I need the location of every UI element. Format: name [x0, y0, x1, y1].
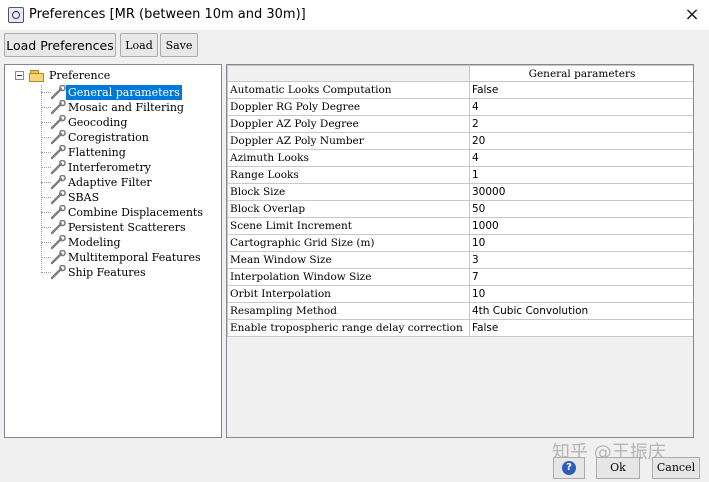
- parameter-name: Doppler AZ Poly Number: [227, 132, 470, 150]
- parameters-table: General parameters Automatic Looks Compu…: [227, 65, 693, 337]
- tree-item-label: Coregistration: [68, 131, 149, 144]
- table-row: Cartographic Grid Size (m) 10: [227, 234, 693, 252]
- parameter-name: Automatic Looks Computation: [227, 81, 470, 99]
- table-row: Doppler AZ Poly Number 20: [227, 132, 693, 150]
- parameter-name: Interpolation Window Size: [227, 268, 470, 286]
- wrench-icon: [50, 160, 66, 175]
- parameter-value[interactable]: False: [469, 319, 693, 337]
- parameter-value[interactable]: 4: [469, 149, 693, 167]
- load-button[interactable]: Load: [120, 33, 158, 57]
- parameter-name: Scene Limit Increment: [227, 217, 470, 235]
- help-button[interactable]: ?: [553, 457, 585, 479]
- table-row: Enable tropospheric range delay correcti…: [227, 319, 693, 337]
- parameter-name: Azimuth Looks: [227, 149, 470, 167]
- parameter-value[interactable]: 10: [469, 285, 693, 303]
- collapse-icon[interactable]: [15, 71, 24, 80]
- parameter-name: Resampling Method: [227, 302, 470, 320]
- tree-item-label: Modeling: [68, 236, 121, 249]
- tree-item-label: Flattening: [68, 146, 126, 159]
- parameter-value[interactable]: 20: [469, 132, 693, 150]
- table-body: Automatic Looks Computation False Doppler …: [227, 81, 693, 337]
- parameter-name: Mean Window Size: [227, 251, 470, 269]
- table-row: Azimuth Looks 4: [227, 149, 693, 167]
- wrench-icon: [50, 235, 66, 250]
- parameters-table-panel: General parameters Automatic Looks Compu…: [226, 64, 694, 438]
- wrench-icon: [50, 175, 66, 190]
- parameter-name: Cartographic Grid Size (m): [227, 234, 470, 252]
- window-title: Preferences [MR (between 10m and 30m)]: [29, 7, 306, 22]
- folder-icon: [29, 70, 45, 82]
- tree-item-label: Mosaic and Filtering: [68, 101, 184, 114]
- parameter-value[interactable]: 1: [469, 166, 693, 184]
- parameter-value[interactable]: False: [469, 81, 693, 99]
- preference-tree[interactable]: Preference General parameters Mosaic and …: [4, 64, 222, 438]
- parameter-name: Doppler RG Poly Degree: [227, 98, 470, 116]
- parameter-value[interactable]: 1000: [469, 217, 693, 235]
- wrench-icon: [50, 250, 66, 265]
- ok-button[interactable]: Ok: [596, 457, 640, 479]
- tree-item-label: Adaptive Filter: [68, 176, 152, 189]
- table-row: Resampling Method 4th Cubic Convolution: [227, 302, 693, 320]
- tree-item-label: Multitemporal Features: [68, 251, 201, 264]
- table-row: Doppler RG Poly Degree 4: [227, 98, 693, 116]
- parameter-name: Enable tropospheric range delay correcti…: [227, 319, 470, 337]
- table-row: Scene Limit Increment 1000: [227, 217, 693, 235]
- cancel-button[interactable]: Cancel: [652, 457, 700, 479]
- table-row: Orbit Interpolation 10: [227, 285, 693, 303]
- parameter-name: Orbit Interpolation: [227, 285, 470, 303]
- wrench-icon: [50, 190, 66, 205]
- tree-item-label: Ship Features: [68, 266, 146, 279]
- parameter-value[interactable]: 10: [469, 234, 693, 252]
- table-row: Block Size 30000: [227, 183, 693, 201]
- parameter-value[interactable]: 3: [469, 251, 693, 269]
- table-row: Range Looks 1: [227, 166, 693, 184]
- table-corner: [227, 65, 470, 82]
- wrench-icon: [50, 100, 66, 115]
- parameter-value[interactable]: 2: [469, 115, 693, 133]
- table-row: Doppler AZ Poly Degree 2: [227, 115, 693, 133]
- parameter-value[interactable]: 4th Cubic Convolution: [469, 302, 693, 320]
- table-header: General parameters: [469, 65, 693, 82]
- parameter-name: Block Overlap: [227, 200, 470, 218]
- wrench-icon: [50, 85, 66, 100]
- wrench-icon: [50, 115, 66, 130]
- tree-item-label: Geocoding: [68, 116, 128, 129]
- tree-item-label: Interferometry: [68, 161, 151, 174]
- tree-item-label: General parameters: [66, 85, 182, 100]
- table-row: Interpolation Window Size 7: [227, 268, 693, 286]
- table-row: Automatic Looks Computation False: [227, 81, 693, 99]
- table-row: Block Overlap 50: [227, 200, 693, 218]
- parameter-value[interactable]: 7: [469, 268, 693, 286]
- load-preferences-button[interactable]: Load Preferences: [4, 33, 116, 57]
- table-row: Mean Window Size 3: [227, 251, 693, 269]
- parameter-name: Range Looks: [227, 166, 470, 184]
- save-button[interactable]: Save: [160, 33, 198, 57]
- preferences-window: Preferences [MR (between 10m and 30m)] ×…: [0, 0, 709, 482]
- wrench-icon: [50, 130, 66, 145]
- title-bar: Preferences [MR (between 10m and 30m)] ×: [0, 0, 709, 30]
- help-icon: ?: [562, 461, 576, 475]
- tree-item-label: Combine Displacements: [68, 206, 203, 219]
- tree-item-label: SBAS: [68, 191, 100, 204]
- app-icon: [8, 7, 24, 23]
- tree-root-label: Preference: [49, 69, 111, 82]
- wrench-icon: [50, 220, 66, 235]
- tree-item-label: Persistent Scatterers: [68, 221, 186, 234]
- wrench-icon: [50, 205, 66, 220]
- close-button[interactable]: ×: [676, 1, 708, 29]
- parameter-name: Block Size: [227, 183, 470, 201]
- wrench-icon: [50, 265, 66, 280]
- close-icon: ×: [684, 4, 700, 25]
- wrench-icon: [50, 145, 66, 160]
- parameter-value[interactable]: 50: [469, 200, 693, 218]
- parameter-name: Doppler AZ Poly Degree: [227, 115, 470, 133]
- parameter-value[interactable]: 4: [469, 98, 693, 116]
- parameter-value[interactable]: 30000: [469, 183, 693, 201]
